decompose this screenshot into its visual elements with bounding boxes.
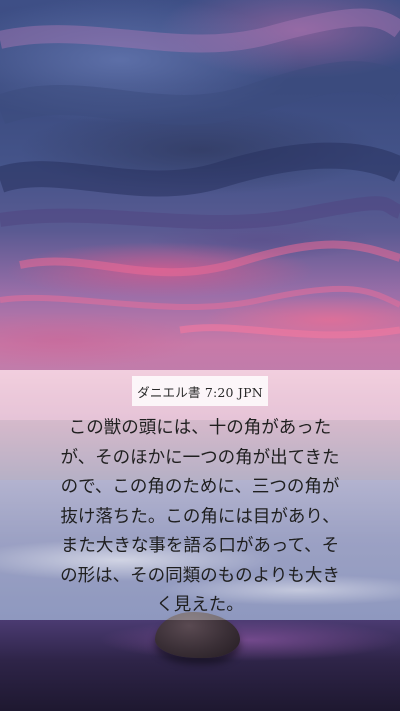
verse-wallpaper: ダニエル書 7:20 JPN この獣の頭には、十の角があった が、そのほかに一つ… <box>0 0 400 711</box>
verse-line: の形は、その同類のものよりも大き <box>60 565 340 586</box>
verse-line: く見えた。 <box>156 595 244 615</box>
verse-text: この獣の頭には、十の角があった が、そのほかに一つの角が出てきた ので、この角の… <box>40 414 360 621</box>
verse-line: また大きな事を語る口があって、そ <box>60 536 340 556</box>
verse-line: ので、この角のために、三つの角が <box>60 477 340 497</box>
verse-line: が、そのほかに一つの角が出てきた <box>60 447 340 468</box>
verse-reference-label: ダニエル書 7:20 JPN <box>132 376 268 406</box>
verse-line: 抜け落ちた。この角には目があり、 <box>60 506 340 527</box>
verse-line: この獣の頭には、十の角があった <box>68 418 332 438</box>
cloud-streaks <box>0 8 400 339</box>
